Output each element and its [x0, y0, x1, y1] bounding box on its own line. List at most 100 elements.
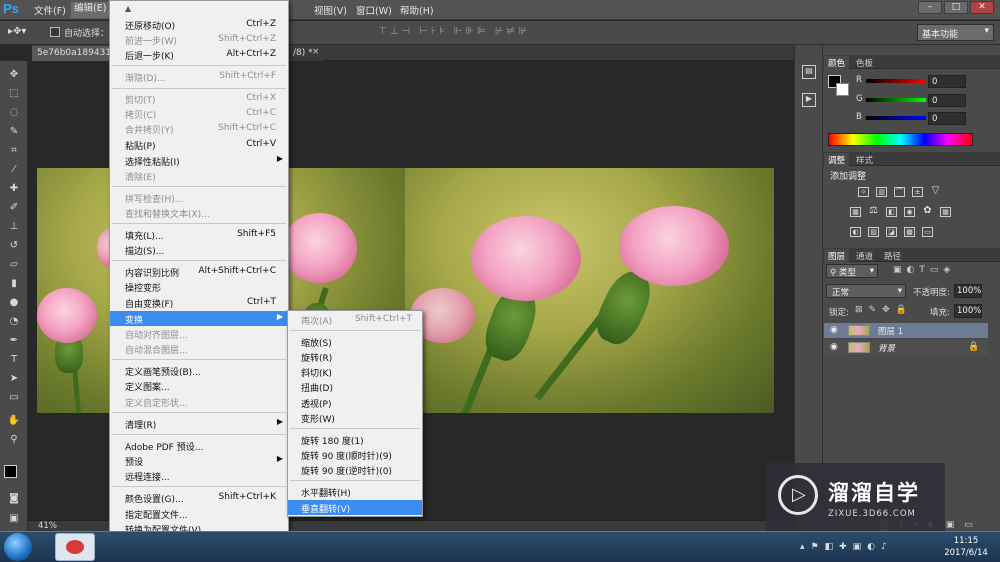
taskbar-clock[interactable]: 11:15 2017/6/14	[932, 535, 1000, 561]
submenu-item-warp[interactable]: 变形(W)	[288, 410, 422, 425]
shape-tool-icon[interactable]: ▭	[5, 390, 23, 406]
curves-icon[interactable]: ⌒	[894, 187, 905, 197]
tab-paths[interactable]: 路径	[880, 249, 905, 262]
menu-item-auto-align[interactable]: 自动对齐图层...	[110, 326, 288, 341]
menu-item-assign-profile[interactable]: 指定配置文件...	[110, 506, 288, 521]
visibility-eye-icon[interactable]: ◉	[830, 325, 838, 335]
menu-item-puppet-warp[interactable]: 操控变形	[110, 279, 288, 294]
menu-help[interactable]: 帮助(H)	[400, 3, 434, 17]
menu-item-find-replace[interactable]: 查找和替换文本(X)...	[110, 205, 288, 220]
blur-tool-icon[interactable]: ●	[5, 295, 23, 311]
posterize-icon[interactable]: ▨	[868, 227, 879, 237]
vibrance-icon[interactable]: ▽	[930, 186, 941, 197]
crop-tool-icon[interactable]: ⌗	[5, 143, 23, 159]
g-value-input[interactable]: 0	[928, 94, 966, 107]
path-select-tool-icon[interactable]: ➤	[5, 371, 23, 387]
move-tool-icon[interactable]: ✥	[5, 67, 23, 83]
start-button-icon[interactable]	[4, 533, 32, 561]
menu-item-copy[interactable]: 拷贝(C) Ctrl+C	[110, 106, 288, 121]
threshold-icon[interactable]: ◪	[886, 227, 897, 237]
eyedropper-tool-icon[interactable]: ⁄	[5, 162, 23, 178]
color-balance-icon[interactable]: ⚖	[868, 206, 879, 217]
menu-item-paste-special[interactable]: 选择性粘贴(I) ▶	[110, 153, 288, 168]
history-brush-tool-icon[interactable]: ↺	[5, 238, 23, 254]
menu-item-define-pattern[interactable]: 定义图案...	[110, 378, 288, 393]
layer-filter-select[interactable]: ⚲ 类型 ▾	[826, 264, 878, 278]
layer-name[interactable]: 背景	[878, 342, 895, 354]
visibility-eye-icon[interactable]: ◉	[830, 342, 838, 352]
b-value-input[interactable]: 0	[928, 112, 966, 125]
menu-item-remote-connections[interactable]: 远程连接...	[110, 468, 288, 483]
tab-color[interactable]: 颜色	[824, 56, 850, 69]
tray-icons[interactable]: ▴⚑◧✚▣◐♪	[800, 542, 893, 552]
gradient-tool-icon[interactable]: ▮	[5, 276, 23, 292]
minimize-icon[interactable]: –	[918, 1, 942, 14]
fill-input[interactable]: 100%	[954, 304, 982, 318]
brush-tool-icon[interactable]: ✐	[5, 200, 23, 216]
eraser-tool-icon[interactable]: ▱	[5, 257, 23, 273]
submenu-item-rotate-90-cw[interactable]: 旋转 90 度(顺时针)(9)	[288, 447, 422, 462]
submenu-item-flip-vertical[interactable]: 垂直翻转(V)	[288, 500, 422, 515]
dodge-tool-icon[interactable]: ◔	[5, 314, 23, 330]
selective-color-icon[interactable]: ▩	[904, 227, 915, 237]
submenu-item-again[interactable]: 再次(A) Shift+Ctrl+T	[288, 312, 422, 327]
menu-item-color-settings[interactable]: 颜色设置(G)... Shift+Ctrl+K	[110, 490, 288, 505]
menu-item-purge[interactable]: 清理(R) ▶	[110, 416, 288, 431]
submenu-item-rotate-180[interactable]: 旋转 180 度(1)	[288, 432, 422, 447]
tab-document[interactable]: 5e76b0a189431	[32, 46, 110, 61]
hand-tool-icon[interactable]: ✋	[5, 413, 23, 429]
menu-item-define-shape[interactable]: 定义自定形状...	[110, 394, 288, 409]
submenu-item-rotate[interactable]: 旋转(R)	[288, 349, 422, 364]
align-icons[interactable]: ⊤⊥⊣ ⊢⊦⊧ ⊩⊪⊫ ⊬⊭⊮	[378, 26, 530, 37]
actions-panel-icon[interactable]: ▶	[802, 93, 816, 107]
scroll-up-icon[interactable]: ▲	[125, 4, 131, 13]
hue-saturation-icon[interactable]: ▦	[850, 207, 861, 217]
submenu-item-distort[interactable]: 扭曲(D)	[288, 379, 422, 394]
maximize-icon[interactable]: □	[944, 1, 968, 14]
menu-edit[interactable]: 编辑(E)	[71, 2, 110, 18]
tab-channels[interactable]: 通道	[852, 249, 877, 262]
tab-adjustments[interactable]: 调整	[824, 153, 850, 166]
channel-mixer-icon[interactable]: ✿	[922, 206, 933, 217]
r-value-input[interactable]: 0	[928, 75, 966, 88]
layer-row-selected[interactable]: ◉ 图层 1	[824, 323, 988, 338]
quick-select-tool-icon[interactable]: ✎	[5, 124, 23, 140]
color-lookup-icon[interactable]: ▦	[940, 207, 951, 217]
menu-item-paste[interactable]: 粘贴(P) Ctrl+V	[110, 137, 288, 152]
gradient-map-icon[interactable]: ▭	[922, 227, 933, 237]
menu-item-pdf-presets[interactable]: Adobe PDF 预设...	[110, 438, 288, 453]
menu-item-auto-blend[interactable]: 自动混合图层...	[110, 341, 288, 356]
lasso-tool-icon[interactable]: ◌	[5, 105, 23, 121]
menu-item-step-forward[interactable]: 前进一步(W) Shift+Ctrl+Z	[110, 32, 288, 47]
layer-filter-icons[interactable]: ▣◐T▭◈	[893, 265, 955, 275]
menu-item-step-backward[interactable]: 后退一步(K) Alt+Ctrl+Z	[110, 47, 288, 62]
close-icon[interactable]: ✕	[970, 1, 994, 14]
auto-select-checkbox[interactable]	[50, 27, 60, 37]
clone-stamp-tool-icon[interactable]: ⊥	[5, 219, 23, 235]
photo-filter-icon[interactable]: ◉	[904, 207, 915, 217]
tab-swatches[interactable]: 色板	[852, 56, 877, 69]
menu-window[interactable]: 窗口(W)	[356, 3, 392, 17]
quick-mask-icon[interactable]: ◙	[5, 491, 23, 507]
zoom-tool-icon[interactable]: ⚲	[5, 432, 23, 448]
blend-mode-select[interactable]: 正常 ▾	[826, 284, 906, 298]
menu-item-presets[interactable]: 预设 ▶	[110, 453, 288, 468]
menu-item-copy-merged[interactable]: 合并拷贝(Y) Shift+Ctrl+C	[110, 121, 288, 136]
black-white-icon[interactable]: ◧	[886, 207, 897, 217]
menu-item-spell-check[interactable]: 拼写检查(H)...	[110, 190, 288, 205]
move-tool-icon[interactable]: ▸✥▾	[8, 26, 26, 37]
menu-item-cut[interactable]: 剪切(T) Ctrl+X	[110, 91, 288, 106]
lock-icons[interactable]: ⊠✎✥🔒	[855, 305, 913, 315]
submenu-item-scale[interactable]: 缩放(S)	[288, 334, 422, 349]
menu-item-undo[interactable]: 还原移动(O) Ctrl+Z	[110, 17, 288, 32]
submenu-item-perspective[interactable]: 透视(P)	[288, 395, 422, 410]
color-background-swatch[interactable]	[836, 83, 849, 96]
history-panel-icon[interactable]: ▤	[802, 65, 816, 79]
menu-item-content-aware-scale[interactable]: 内容识别比例 Alt+Shift+Ctrl+C	[110, 264, 288, 279]
submenu-item-skew[interactable]: 斜切(K)	[288, 364, 422, 379]
layer-row-background[interactable]: ◉ 背景 🔒	[824, 340, 988, 355]
marquee-tool-icon[interactable]: ⬚	[5, 86, 23, 102]
close-tab-icon[interactable]: ×	[312, 47, 320, 57]
tab-styles[interactable]: 样式	[852, 153, 877, 166]
menu-item-define-brush[interactable]: 定义画笔预设(B)...	[110, 363, 288, 378]
